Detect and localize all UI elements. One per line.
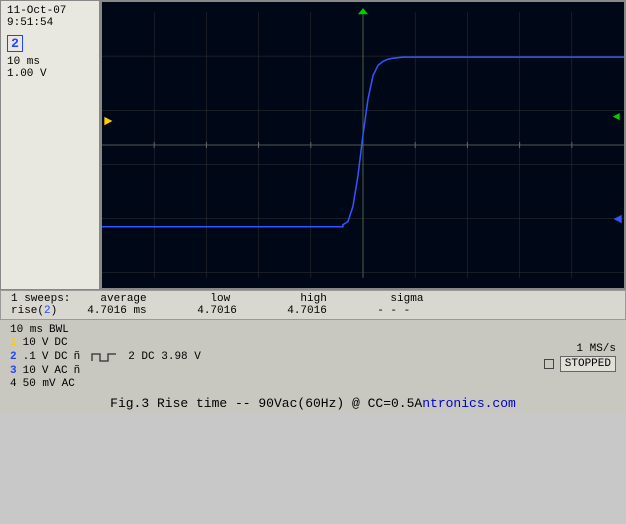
bc-left: 10 ms BWL 1 10 V DC 2 .1 V DC ñ (10, 324, 201, 390)
ch4-coupling: AC (62, 378, 75, 390)
timebase-label: 10 ms (10, 324, 43, 336)
stats-header-row: 1 sweeps: average low high sigma (11, 293, 615, 305)
stats-col-low: low (210, 293, 280, 305)
ch2-dc-val: 2 DC 3.98 V (128, 351, 201, 363)
ch3-volt: 10 (23, 365, 36, 377)
grid-container (102, 2, 624, 288)
bc-ch1-row: 1 10 V DC (10, 337, 201, 349)
bwl-label: BWL (49, 324, 69, 336)
caption-bar: Fig.3 Rise time -- 90Vac(60Hz) @ CC=0.5A… (0, 392, 626, 413)
stats-sigma: - - - (377, 305, 410, 317)
channel-number: 2 (7, 35, 23, 52)
squarewave-icon (90, 350, 118, 364)
bc-ch4-row: 4 50 mV AC (10, 378, 201, 390)
left-info-panel: 11-Oct-07 9:51:54 2 10 ms 1.00 V (0, 0, 100, 290)
main-container: 11-Oct-07 9:51:54 2 10 ms 1.00 V LeCroy (0, 0, 626, 524)
stats-low: 4.7016 (197, 305, 267, 317)
bc-ch2-row: 2 .1 V DC ñ 2 DC 3.98 V (10, 350, 201, 364)
sample-rate: 1 MS/s (576, 343, 616, 355)
stats-col-average: average (100, 293, 190, 305)
volt-div: 1.00 V (7, 68, 93, 80)
ch2-volt: .1 (23, 351, 36, 363)
ch2-tag: 2 (10, 351, 17, 363)
stats-bar: 1 sweeps: average low high sigma rise(2)… (0, 290, 626, 320)
stats-data-row: rise(2) 4.7016 ms 4.7016 4.7016 - - - (11, 305, 615, 317)
caption-text: Fig.3 Rise time -- 90Vac(60Hz) @ CC=0.5A (110, 396, 422, 411)
ch1-unit: V (42, 337, 49, 349)
bc-ch3-row: 3 10 V AC ñ (10, 365, 201, 377)
ch1-volt: 10 (23, 337, 36, 349)
datetime-line2: 9:51:54 (7, 17, 93, 29)
ch2-unit: V (42, 351, 49, 363)
ch4-tag: 4 (10, 378, 17, 390)
bc-combined: 10 ms BWL 1 10 V DC 2 .1 V DC ñ (10, 324, 616, 390)
datetime-line1: 11-Oct-07 (7, 5, 93, 17)
ch3-unit: V (42, 365, 49, 377)
stats-col-sigma: sigma (390, 293, 423, 305)
ch3-tag: 3 (10, 365, 17, 377)
ch3-coupling: AC (54, 365, 67, 377)
stopped-badge: STOPPED (560, 356, 616, 372)
ch3-icon: ñ (74, 365, 81, 377)
caption-suffix: ntronics.com (422, 396, 516, 411)
top-bar: 11-Oct-07 9:51:54 2 10 ms 1.00 V LeCroy (0, 0, 626, 290)
scope-screen: LeCroy (100, 0, 626, 290)
bc-right: 1 MS/s STOPPED (544, 324, 616, 390)
bottom-controls: 10 ms BWL 1 10 V DC 2 .1 V DC ñ (0, 320, 626, 392)
stopped-icon (544, 359, 554, 369)
stats-sweeps: 1 sweeps: (11, 293, 70, 305)
ch1-coupling: DC (54, 337, 67, 349)
ch2-marker: ◄ (614, 212, 622, 228)
stats-col-high: high (300, 293, 370, 305)
ch2-icon: ñ (74, 351, 81, 363)
ch1-marker: ► (104, 114, 112, 130)
ch2-coupling: DC (54, 351, 67, 363)
ch4-volt: 50 mV (23, 378, 56, 390)
stats-average: 4.7016 ms (87, 305, 177, 317)
bc-timebase-row: 10 ms BWL (10, 324, 201, 336)
ch1-tag: 1 (10, 337, 17, 349)
time-div: 10 ms (7, 56, 93, 68)
trigger-marker: ◄ (613, 110, 620, 124)
stats-high: 4.7016 (287, 305, 357, 317)
stats-row-label: rise(2) (11, 305, 57, 317)
